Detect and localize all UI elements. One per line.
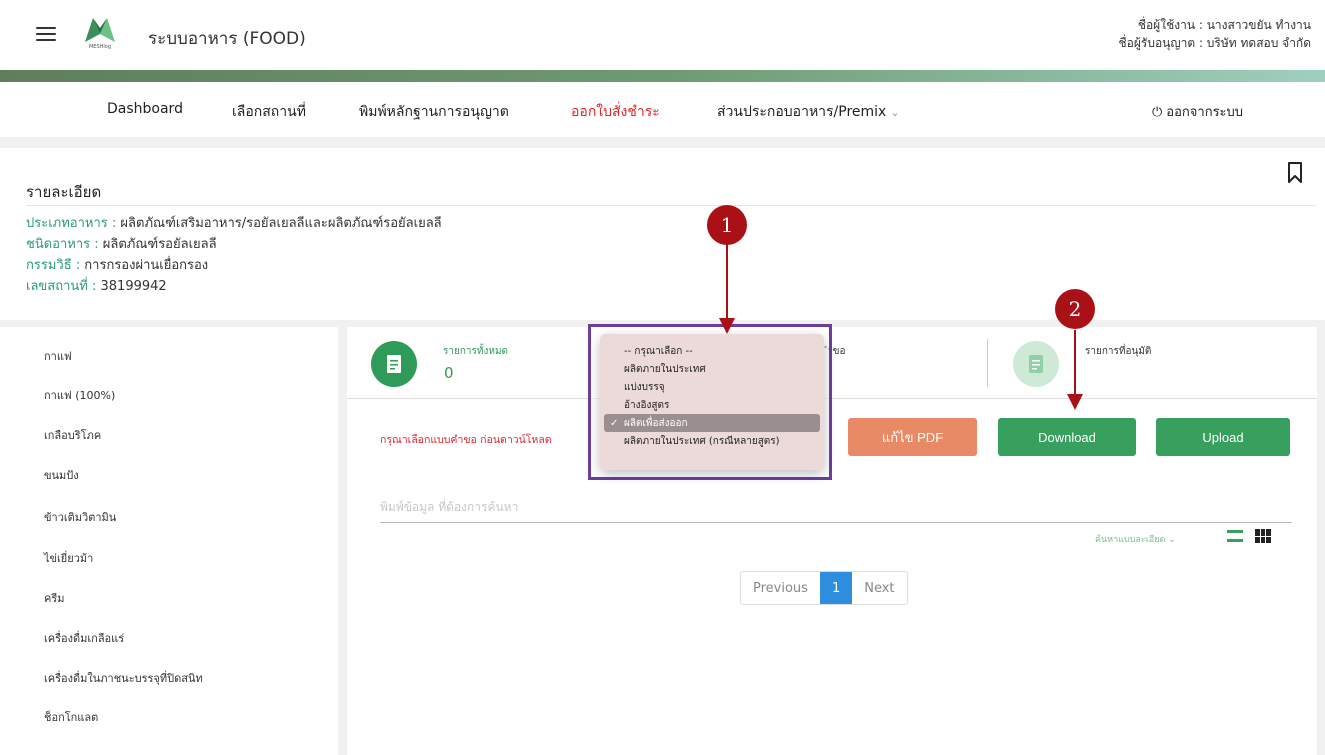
sidebar-item[interactable]: ไข่เยี่ยวม้า (44, 549, 93, 567)
sidebar-item[interactable]: ขนมปัง (44, 466, 79, 484)
advanced-search-toggle[interactable]: ค้นหาแบบละเอียด ⌄ (1095, 532, 1176, 546)
dropdown-option-label: ผลิตเพื่อส่งออก (624, 417, 688, 429)
download-button[interactable]: Download (998, 418, 1136, 456)
app-title: ระบบอาหาร (FOOD) (148, 29, 306, 49)
hamburger-menu-icon[interactable] (36, 27, 56, 41)
logo-mark-icon (85, 18, 115, 42)
bookmark-icon[interactable] (1287, 162, 1303, 184)
stats-bar: รายการทั้งหมด 0 ำขอ รายการที่อนุมัติ (347, 327, 1317, 399)
search-input[interactable] (380, 491, 1292, 523)
approved-stat-icon (1013, 341, 1059, 387)
nav-ingredients-premix-label: ส่วนประกอบอาหาร/Premix (717, 104, 887, 120)
logout-label: ออกจากระบบ (1166, 105, 1244, 120)
grid-view-icon[interactable] (1255, 529, 1271, 543)
sidebar-item[interactable]: เครื่องดื่มเกลือแร่ (44, 629, 124, 647)
main-nav: Dashboard เลือกสถานที่ พิมพ์หลักฐานการอน… (0, 82, 1325, 137)
sidebar-item[interactable]: กาแฟ (44, 347, 72, 365)
user-name: ชื่อผู้ใช้งาน : นางสาวขยัน ทำงาน (1137, 18, 1311, 32)
logo-text: MESHlog (88, 44, 112, 50)
annotation-marker-2: 2 (1055, 289, 1095, 329)
detail-label: กรรมวิธี : (26, 258, 81, 273)
detail-label: เลขสถานที่ : (26, 279, 97, 294)
nav-issue-payment[interactable]: ออกใบสั่งชำระ (571, 101, 660, 123)
nav-dashboard[interactable]: Dashboard (107, 101, 183, 117)
approved-stat-label: รายการที่อนุมัติ (1085, 346, 1152, 357)
sidebar-item[interactable]: ครีม (44, 589, 65, 607)
details-panel: รายละเอียด ประเภทอาหาร : ผลิตภัณฑ์เสริมอ… (0, 148, 1325, 320)
sidebar-item[interactable]: เครื่องดื่มในภาชนะบรรจุที่ปิดสนิท (44, 669, 203, 687)
upload-button[interactable]: Upload (1156, 418, 1290, 456)
details-divider (26, 205, 1316, 206)
sidebar-item[interactable]: ช็อกโกแลต (44, 708, 98, 726)
food-type-sidebar: กาแฟ กาแฟ (100%) เกลือบริโภค ขนมปัง ข้าว… (0, 327, 338, 755)
nav-ingredients-premix[interactable]: ส่วนประกอบอาหาร/Premix ⌄ (717, 101, 900, 123)
licensee-name: ชื่อผู้รับอนุญาต : บริษัท ทดสอบ จำกัด (1118, 36, 1311, 50)
check-icon: ✓ (610, 417, 619, 429)
stat-separator (987, 339, 988, 387)
top-header: MESHlog ระบบอาหาร (FOOD) ชื่อผู้ใช้งาน :… (0, 0, 1325, 70)
form-type-dropdown[interactable]: -- กรุณาเลือก -- ผลิตภายในประเทศ แบ่งบรร… (600, 334, 824, 470)
dropdown-option[interactable]: แบ่งบรรจุ (604, 378, 820, 396)
pagination: Previous 1 Next (740, 571, 908, 605)
document-icon (1029, 355, 1043, 373)
nav-select-location[interactable]: เลือกสถานที่ (232, 101, 306, 123)
sidebar-item[interactable]: ข้าวเติมวิตามิน (44, 508, 116, 526)
total-stat-value: 0 (444, 364, 454, 382)
pagination-next[interactable]: Next (852, 572, 906, 604)
pagination-previous[interactable]: Previous (741, 572, 820, 604)
sidebar-item[interactable]: กาแฟ (100%) (44, 386, 115, 404)
detail-label: ประเภทอาหาร : (26, 216, 117, 231)
main-content: รายการทั้งหมด 0 ำขอ รายการที่อนุมัติ กรุ… (347, 327, 1317, 755)
total-stat-icon (371, 341, 417, 387)
dropdown-option[interactable]: -- กรุณาเลือก -- (604, 342, 820, 360)
power-icon: ⏻ (1152, 105, 1163, 120)
details-title: รายละเอียด (26, 183, 102, 201)
dropdown-option[interactable]: อ้างอิงสูตร (604, 396, 820, 414)
list-view-icon[interactable] (1227, 530, 1243, 542)
sidebar-item[interactable]: เกลือบริโภค (44, 426, 101, 444)
detail-food-category: ประเภทอาหาร : ผลิตภัณฑ์เสริมอาหาร/รอยัลเ… (26, 212, 442, 233)
edit-pdf-button[interactable]: แก้ไข PDF (848, 418, 977, 456)
total-stat-label: รายการทั้งหมด (443, 346, 509, 357)
detail-process: กรรมวิธี : การกรองผ่านเยื่อกรอง (26, 254, 208, 275)
dropdown-option-selected[interactable]: ✓ ผลิตเพื่อส่งออก (604, 414, 820, 432)
select-form-hint: กรุณาเลือกแบบคำขอ ก่อนดาวน์โหลด (380, 434, 552, 446)
dropdown-option[interactable]: ผลิตภายในประเทศ (604, 360, 820, 378)
app-logo: MESHlog (78, 14, 122, 56)
detail-food-type: ชนิดอาหาร : ผลิตภัณฑ์รอยัลเยลลี (26, 233, 217, 254)
user-info: ชื่อผู้ใช้งาน : นางสาวขยัน ทำงาน ชื่อผู้… (1119, 16, 1311, 52)
detail-value: ผลิตภัณฑ์เสริมอาหาร/รอยัลเยลลีและผลิตภัณ… (116, 216, 442, 231)
annotation-marker-1: 1 (707, 205, 747, 245)
dropdown-option[interactable]: ผลิตภายในประเทศ (กรณีหลายสูตร) (604, 432, 820, 450)
pagination-page[interactable]: 1 (819, 572, 853, 604)
detail-value: การกรองผ่านเยื่อกรอง (80, 258, 209, 273)
detail-location-number: เลขสถานที่ : 38199942 (26, 275, 167, 296)
header-accent-band (0, 70, 1325, 82)
logout-link[interactable]: ⏻ ออกจากระบบ (1152, 101, 1243, 122)
document-icon (387, 355, 401, 373)
chevron-down-icon: ⌄ (890, 106, 900, 119)
detail-label: ชนิดอาหาร : (26, 237, 99, 252)
detail-value: 38199942 (96, 279, 167, 294)
nav-print-license[interactable]: พิมพ์หลักฐานการอนุญาต (359, 101, 509, 123)
detail-value: ผลิตภัณฑ์รอยัลเยลลี (98, 237, 217, 252)
